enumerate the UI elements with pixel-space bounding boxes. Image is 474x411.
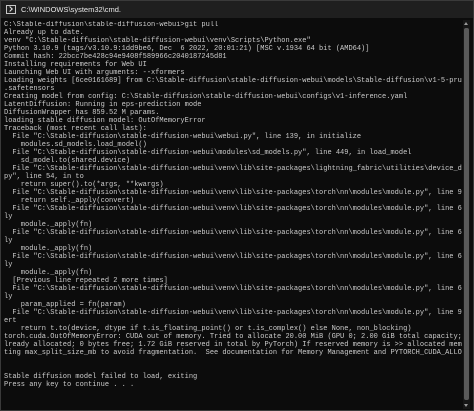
console-line: ly [4,237,13,245]
console-line: return self._apply(convert) [4,197,135,205]
console-line: Stable diffusion model failed to load, e… [4,373,198,381]
console-line: ly [4,213,13,221]
console-line: lready allocated; 0 bytes free; 1.72 GiB… [4,341,462,349]
console-line: Launching Web UI with arguments: --xform… [4,69,185,77]
console-line: File "C:\Stable-diffusion\stable-diffusi… [4,285,462,293]
console-line: Already up to date. [4,29,84,37]
console-line: Installing requirements for Web UI [4,61,147,69]
console-window: C:\WINDOWS\system32\cmd. C:\Stable-diffu… [0,0,474,411]
console-line: loading stable diffusion model: OutOfMem… [4,117,206,125]
console-line: module._apply(fn) [4,269,93,277]
command-prompt-icon [6,5,16,14]
console-line: Creating model from config: C:\Stable-di… [4,93,408,101]
console-line: [Previous line repeated 2 more times] [4,277,168,285]
console-line: modules.sd_models.load_model() [4,141,147,149]
scroll-up-arrow-icon[interactable] [464,22,468,25]
console-line: File "C:\Stable-diffusion\stable-diffusi… [4,189,462,197]
console-line: File "C:\Stable-diffusion\stable-diffusi… [4,133,362,141]
console-line: param_applied = fn(param) [4,301,126,309]
console-line: return t.to(device, dtype if t.is_floati… [4,325,412,333]
console-line: ting max_split_size_mb to avoid fragment… [4,349,462,357]
console-line: File "C:\Stable-diffusion\stable-diffusi… [4,165,462,173]
console-line: Python 3.10.9 (tags/v3.10.9:1dd9be6, Dec… [4,45,370,53]
console-line: sd_model.to(shared.device) [4,157,131,165]
window-title: C:\WINDOWS\system32\cmd. [21,5,122,14]
console-line: File "C:\Stable-diffusion\stable-diffusi… [4,309,462,317]
console-line: File "C:\Stable-diffusion\stable-diffusi… [4,205,462,213]
console-line: venv "C:\Stable-diffusion\stable-diffusi… [4,37,311,45]
console-line: py", line 54, in to [4,173,84,181]
console-line: .safetensors [4,85,55,93]
vertical-scrollbar[interactable] [463,20,470,409]
console-line: File "C:\Stable-diffusion\stable-diffusi… [4,253,462,261]
console-line: ly [4,293,13,301]
console-line: DiffusionWrapper has 859.52 M params. [4,109,160,117]
console-line: LatentDiffusion: Running in eps-predicti… [4,101,202,109]
console-line: Press any key to continue . . . [4,381,135,389]
console-line: module._apply(fn) [4,245,93,253]
console-line: C:\Stable-diffusion\stable-diffusion-web… [4,21,219,29]
console-line: return super().to(*args, **kwargs) [4,181,164,189]
console-line: File "C:\Stable-diffusion\stable-diffusi… [4,149,412,157]
console-output[interactable]: C:\Stable-diffusion\stable-diffusion-web… [4,21,462,409]
console-line: Loading weights [6ce0161689] from C:\Sta… [4,77,462,85]
title-bar[interactable]: C:\WINDOWS\system32\cmd. [1,1,473,18]
console-line: torch.cuda.OutOfMemoryError: CUDA out of… [4,333,462,341]
scroll-thumb[interactable] [464,28,469,400]
console-line: ert [4,317,17,325]
console-line: File "C:\Stable-diffusion\stable-diffusi… [4,229,462,237]
console-line: Commit hash: 22bcc7be428c94e9408f589966c… [4,53,227,61]
console-line: Traceback (most recent call last): [4,125,147,133]
console-line: module._apply(fn) [4,221,93,229]
console-line: ly [4,261,13,269]
scroll-down-arrow-icon[interactable] [464,404,468,407]
